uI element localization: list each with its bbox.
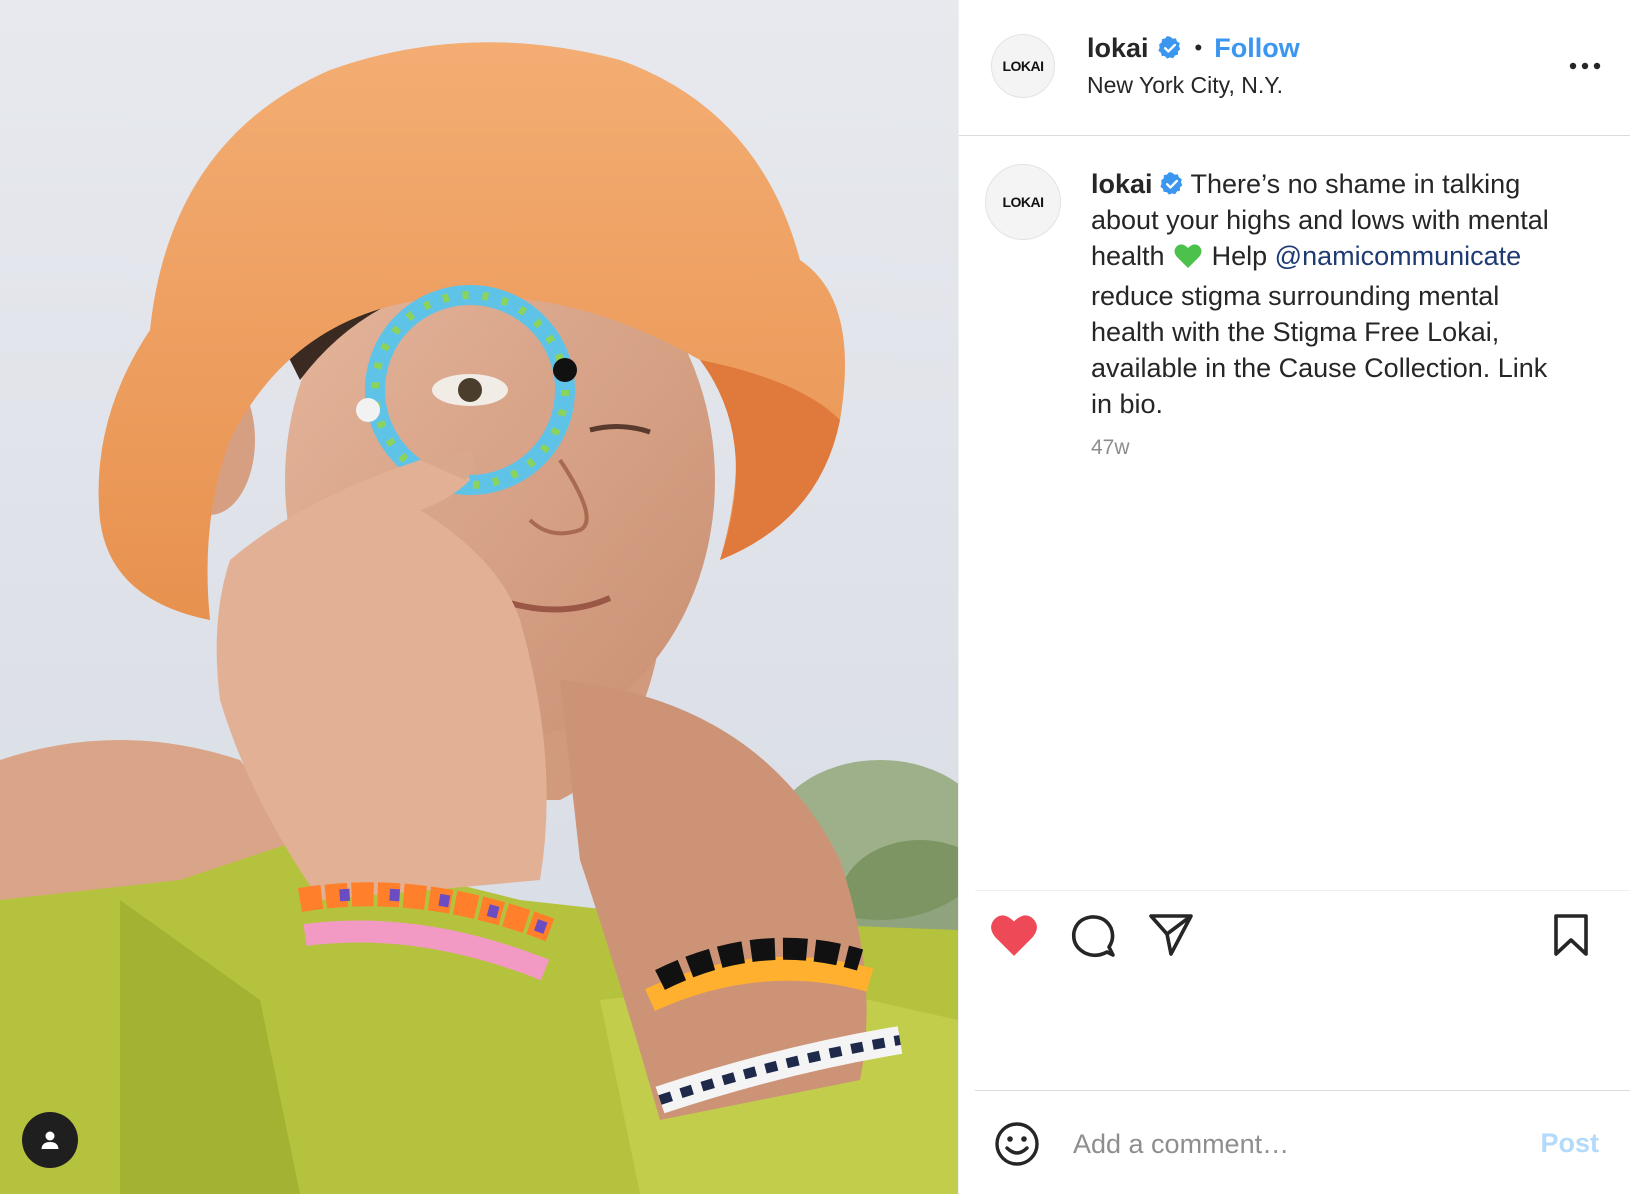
verified-badge-icon bbox=[1157, 35, 1183, 61]
post-details-panel: LOKAI lokai • Follow New York City, N.Y.… bbox=[958, 0, 1630, 1194]
comment-button[interactable] bbox=[1069, 912, 1117, 965]
post-caption: lokai There’s no shame in talking about … bbox=[1091, 166, 1571, 422]
user-tag-button[interactable] bbox=[22, 1112, 78, 1168]
save-button[interactable] bbox=[1551, 912, 1591, 963]
caption-username[interactable]: lokai bbox=[1091, 169, 1153, 199]
caption-text-2: Help bbox=[1211, 241, 1268, 271]
comment-icon bbox=[1071, 915, 1115, 958]
comment-input[interactable] bbox=[1073, 1124, 1493, 1164]
comment-bar: Post bbox=[959, 1100, 1630, 1194]
post-photo[interactable] bbox=[0, 0, 958, 1194]
share-button[interactable] bbox=[1147, 912, 1195, 963]
post-image bbox=[0, 0, 958, 1194]
avatar-logo-text: LOKAI bbox=[1002, 194, 1044, 210]
separator-dot: • bbox=[1194, 35, 1203, 60]
username[interactable]: lokai bbox=[1087, 33, 1149, 64]
caption-avatar[interactable]: LOKAI bbox=[985, 164, 1061, 240]
post-actions bbox=[959, 912, 1630, 972]
bookmark-icon bbox=[1554, 914, 1588, 956]
post-comment-button[interactable]: Post bbox=[1540, 1128, 1599, 1159]
post-header: LOKAI lokai • Follow New York City, N.Y. bbox=[959, 0, 1630, 136]
divider bbox=[975, 890, 1630, 891]
mention-link[interactable]: @namicommunicate bbox=[1275, 241, 1522, 271]
user-tag-icon bbox=[41, 1131, 59, 1149]
verified-badge-icon bbox=[1159, 171, 1185, 197]
follow-button[interactable]: Follow bbox=[1214, 33, 1299, 64]
emoji-button[interactable] bbox=[993, 1120, 1041, 1173]
emoji-icon bbox=[995, 1122, 1039, 1166]
more-options-icon bbox=[1569, 62, 1601, 70]
caption-text-3: reduce stigma surrounding mental health … bbox=[1091, 281, 1548, 419]
more-options-button[interactable] bbox=[1565, 50, 1605, 82]
location-link[interactable]: New York City, N.Y. bbox=[1087, 72, 1283, 99]
post-time-ago[interactable]: 47w bbox=[1091, 436, 1130, 460]
divider bbox=[975, 1090, 1630, 1091]
share-icon bbox=[1149, 914, 1193, 956]
like-button[interactable] bbox=[989, 912, 1039, 963]
heart-icon bbox=[991, 915, 1037, 956]
header-user-row: lokai • Follow bbox=[1087, 30, 1300, 66]
green-heart-emoji-icon bbox=[1174, 242, 1202, 278]
avatar-logo-text: LOKAI bbox=[1002, 58, 1044, 74]
avatar[interactable]: LOKAI bbox=[991, 34, 1055, 98]
